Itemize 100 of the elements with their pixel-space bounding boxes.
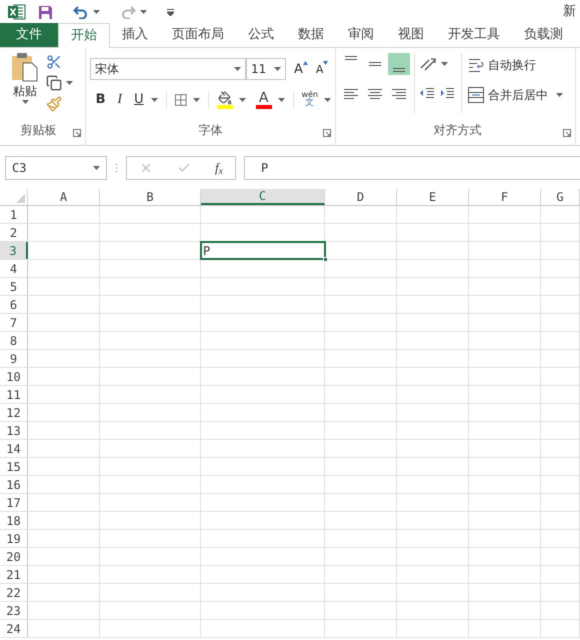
column-header[interactable]: D <box>325 189 397 205</box>
decrease-indent-icon[interactable] <box>419 86 435 100</box>
wrap-text-icon <box>468 57 484 73</box>
borders-icon[interactable] <box>175 92 187 106</box>
table-cell[interactable]: P <box>201 242 325 259</box>
column-header[interactable]: C <box>201 189 325 205</box>
shrink-font-button[interactable]: A <box>316 64 324 74</box>
merge-center-button[interactable]: 合并后居中 <box>468 86 548 104</box>
group-label: 对齐方式 <box>434 122 482 139</box>
bottom-align-icon <box>393 68 405 72</box>
row-header[interactable]: 3 <box>0 242 28 259</box>
left-align-icon <box>344 89 358 99</box>
row-header[interactable]: 22 <box>0 584 28 601</box>
shrink-arrow-icon <box>323 61 328 65</box>
font-color-caret-icon <box>278 98 285 102</box>
dialog-launcher-icon[interactable] <box>73 129 81 137</box>
bold-button[interactable]: B <box>94 90 108 110</box>
column-header[interactable]: E <box>397 189 469 205</box>
redo-caret-icon <box>140 10 147 14</box>
row-header[interactable]: 6 <box>0 296 28 313</box>
borders-caret-icon <box>192 98 200 102</box>
row-header[interactable]: 13 <box>0 422 28 439</box>
italic-button[interactable]: I <box>113 89 126 110</box>
insert-function-button[interactable]: f$_{x}$ <box>215 158 223 178</box>
merge-cells-icon <box>468 87 484 103</box>
spreadsheet-logo-icon[interactable] <box>8 4 26 20</box>
fill-color-icon[interactable] <box>216 90 233 108</box>
caret-icon <box>274 67 281 71</box>
row-header[interactable]: 1 <box>0 206 28 223</box>
phonetic-caret-icon <box>324 98 332 102</box>
font-size-field[interactable]: 11 <box>246 58 286 80</box>
column-header[interactable]: G <box>541 189 580 205</box>
row-header[interactable]: 15 <box>0 458 28 475</box>
row-header[interactable]: 16 <box>0 476 28 493</box>
customize-toolbar-icon[interactable] <box>167 8 174 16</box>
ribbon-tab[interactable]: 视图 <box>386 23 436 47</box>
row-header[interactable]: 21 <box>0 566 28 583</box>
formula-field[interactable]: P <box>244 156 580 180</box>
middle-align-icon <box>369 62 381 66</box>
phonetic-button[interactable]: wén 文 <box>301 91 318 108</box>
row-header[interactable]: 5 <box>0 278 28 295</box>
row-header[interactable]: 19 <box>0 530 28 547</box>
ribbon-tab[interactable]: 页面布局 <box>160 23 236 47</box>
grow-font-button[interactable]: A <box>294 62 303 76</box>
row-header[interactable]: 14 <box>0 440 28 457</box>
caret-icon <box>234 67 241 71</box>
cut-icon[interactable] <box>46 54 62 70</box>
row-header[interactable]: 24 <box>0 620 28 637</box>
row-header[interactable]: 23 <box>0 602 28 619</box>
align-button[interactable] <box>388 53 410 75</box>
underline-caret-icon <box>151 98 158 102</box>
fill-caret-icon <box>238 98 246 102</box>
caret-icon <box>93 166 100 170</box>
wrap-text-button[interactable]: 自动换行 <box>468 56 563 74</box>
ribbon-tab[interactable]: 开发工具 <box>436 23 512 47</box>
row-header[interactable]: 8 <box>0 332 28 349</box>
orientation-caret-icon <box>441 62 448 66</box>
grow-arrow-icon <box>302 61 308 65</box>
row-header[interactable]: 10 <box>0 368 28 385</box>
undo-icon[interactable] <box>73 5 89 19</box>
dialog-launcher-icon[interactable] <box>563 129 571 137</box>
paste-button[interactable]: 粘贴 <box>8 52 42 121</box>
undo-caret-icon <box>93 10 100 14</box>
copy-caret-icon <box>66 81 73 85</box>
center-align-icon <box>368 89 382 99</box>
column-header[interactable]: A <box>28 189 100 205</box>
paste-caret-icon <box>22 100 28 104</box>
row-header[interactable]: 2 <box>0 224 28 241</box>
ribbon-tab[interactable]: 公式 <box>236 23 286 47</box>
column-header[interactable]: F <box>469 189 541 205</box>
ribbon-tab[interactable]: 插入 <box>110 23 160 47</box>
row-header[interactable]: 18 <box>0 512 28 529</box>
save-icon[interactable] <box>38 4 53 20</box>
font-color-button[interactable]: A <box>256 90 272 108</box>
row-header[interactable]: 11 <box>0 386 28 403</box>
text-orientation-icon[interactable] <box>419 56 437 72</box>
row-header[interactable]: 17 <box>0 494 28 511</box>
row-header[interactable]: 4 <box>0 260 28 277</box>
font-name-field[interactable]: 宋体 <box>90 58 246 80</box>
copy-icon[interactable] <box>46 75 62 91</box>
file-tab[interactable]: 文件 <box>0 23 58 47</box>
row-header[interactable]: 7 <box>0 314 28 331</box>
group-label: 字体 <box>198 122 222 139</box>
ribbon-tab[interactable]: 负载测 <box>512 23 575 47</box>
fill-handle[interactable] <box>323 257 328 262</box>
row-header[interactable]: 20 <box>0 548 28 565</box>
group-label: 剪贴板 <box>20 122 56 139</box>
right-align-icon <box>392 89 406 99</box>
row-header[interactable]: 12 <box>0 404 28 421</box>
ribbon-tab[interactable]: 数据 <box>286 23 336 47</box>
name-box[interactable]: C3 <box>5 156 107 180</box>
top-align-icon <box>345 56 357 60</box>
ribbon-tab[interactable]: 开始 <box>58 23 110 48</box>
row-header[interactable]: 9 <box>0 350 28 367</box>
corner-triangle-icon <box>16 194 25 203</box>
increase-indent-icon[interactable] <box>439 86 455 100</box>
underline-button[interactable]: U <box>132 90 146 110</box>
clipboard-icon <box>11 52 39 82</box>
ribbon-tab[interactable]: 审阅 <box>336 23 386 47</box>
dialog-launcher-icon[interactable] <box>323 129 331 137</box>
